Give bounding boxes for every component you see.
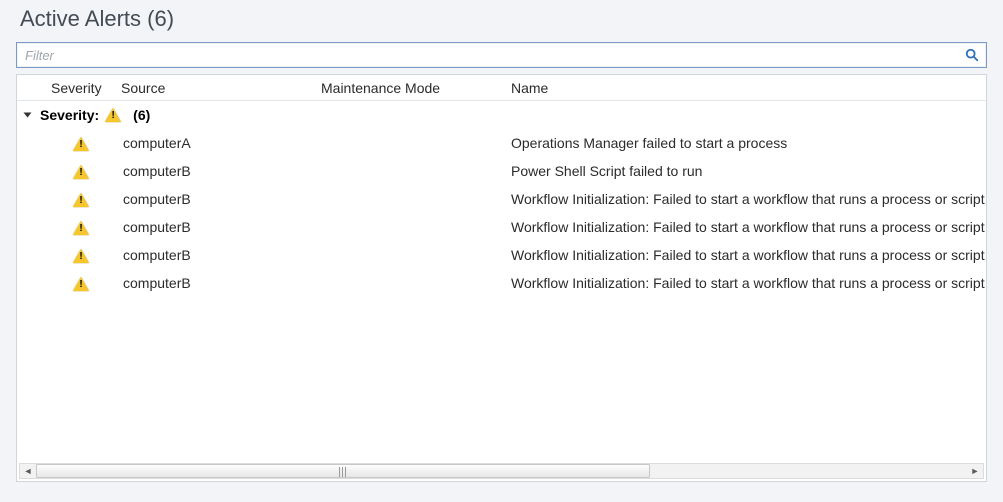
warning-icon [73,221,89,235]
row-source: computerB [117,273,315,293]
horizontal-scrollbar[interactable]: ◄ ► [19,463,984,479]
group-label: Severity: [40,107,99,123]
row-severity-cell [17,189,117,209]
warning-icon [73,277,89,291]
row-name: Workflow Initialization: Failed to start… [505,217,986,237]
row-maintenance-mode [315,197,505,201]
warning-icon [73,165,89,179]
warning-icon [105,108,121,122]
table-row[interactable]: computerB Workflow Initialization: Failed… [17,241,986,269]
row-severity-cell [17,133,117,153]
row-source: computerB [117,217,315,237]
column-header-toggle [17,84,45,92]
table-row[interactable]: computerB Power Shell Script failed to ru… [17,157,986,185]
row-name: Operations Manager failed to start a pro… [505,133,986,153]
warning-icon [73,249,89,263]
chevron-down-icon [24,113,32,118]
column-header-maintenance-mode[interactable]: Maintenance Mode [315,76,505,100]
row-severity-cell [17,161,117,181]
table-row[interactable]: computerB Workflow Initialization: Failed… [17,213,986,241]
table-row[interactable]: computerA Operations Manager failed to st… [17,129,986,157]
warning-icon [73,137,89,151]
scroll-track[interactable] [36,464,967,478]
row-name: Workflow Initialization: Failed to start… [505,273,986,293]
row-name: Power Shell Script failed to run [505,161,986,181]
alerts-panel: Active Alerts (6) Severity Source Mainte… [0,0,1003,502]
search-button[interactable] [962,45,982,65]
group-header-severity[interactable]: Severity: (6) [17,101,986,129]
row-maintenance-mode [315,225,505,229]
filter-bar [16,42,987,68]
row-name: Workflow Initialization: Failed to start… [505,245,986,265]
warning-icon [73,193,89,207]
group-count: (6) [133,107,150,123]
row-source: computerB [117,161,315,181]
alerts-grid: Severity Source Maintenance Mode Name Se… [16,74,987,482]
row-maintenance-mode [315,281,505,285]
row-source: computerA [117,133,315,153]
row-source: computerB [117,245,315,265]
column-header-name[interactable]: Name [505,76,986,100]
row-name: Workflow Initialization: Failed to start… [505,189,986,209]
scroll-left-arrow-icon[interactable]: ◄ [20,464,36,478]
table-row[interactable]: computerB Workflow Initialization: Failed… [17,269,986,297]
row-severity-cell [17,245,117,265]
column-header-source[interactable]: Source [115,76,315,100]
column-header-row: Severity Source Maintenance Mode Name [17,75,986,101]
scroll-thumb[interactable] [36,464,650,478]
row-source: computerB [117,189,315,209]
row-maintenance-mode [315,141,505,145]
scroll-right-arrow-icon[interactable]: ► [967,464,983,478]
search-icon [965,48,979,62]
page-title-count: (6) [147,6,174,31]
grid-scroll[interactable]: Severity Source Maintenance Mode Name Se… [17,75,986,463]
page-title-text: Active Alerts [20,6,141,31]
row-maintenance-mode [315,253,505,257]
filter-input[interactable] [23,47,962,64]
column-header-severity[interactable]: Severity [45,76,115,100]
row-severity-cell [17,273,117,293]
row-severity-cell [17,217,117,237]
page-title: Active Alerts (6) [16,0,987,42]
row-maintenance-mode [315,169,505,173]
table-row[interactable]: computerB Workflow Initialization: Failed… [17,185,986,213]
